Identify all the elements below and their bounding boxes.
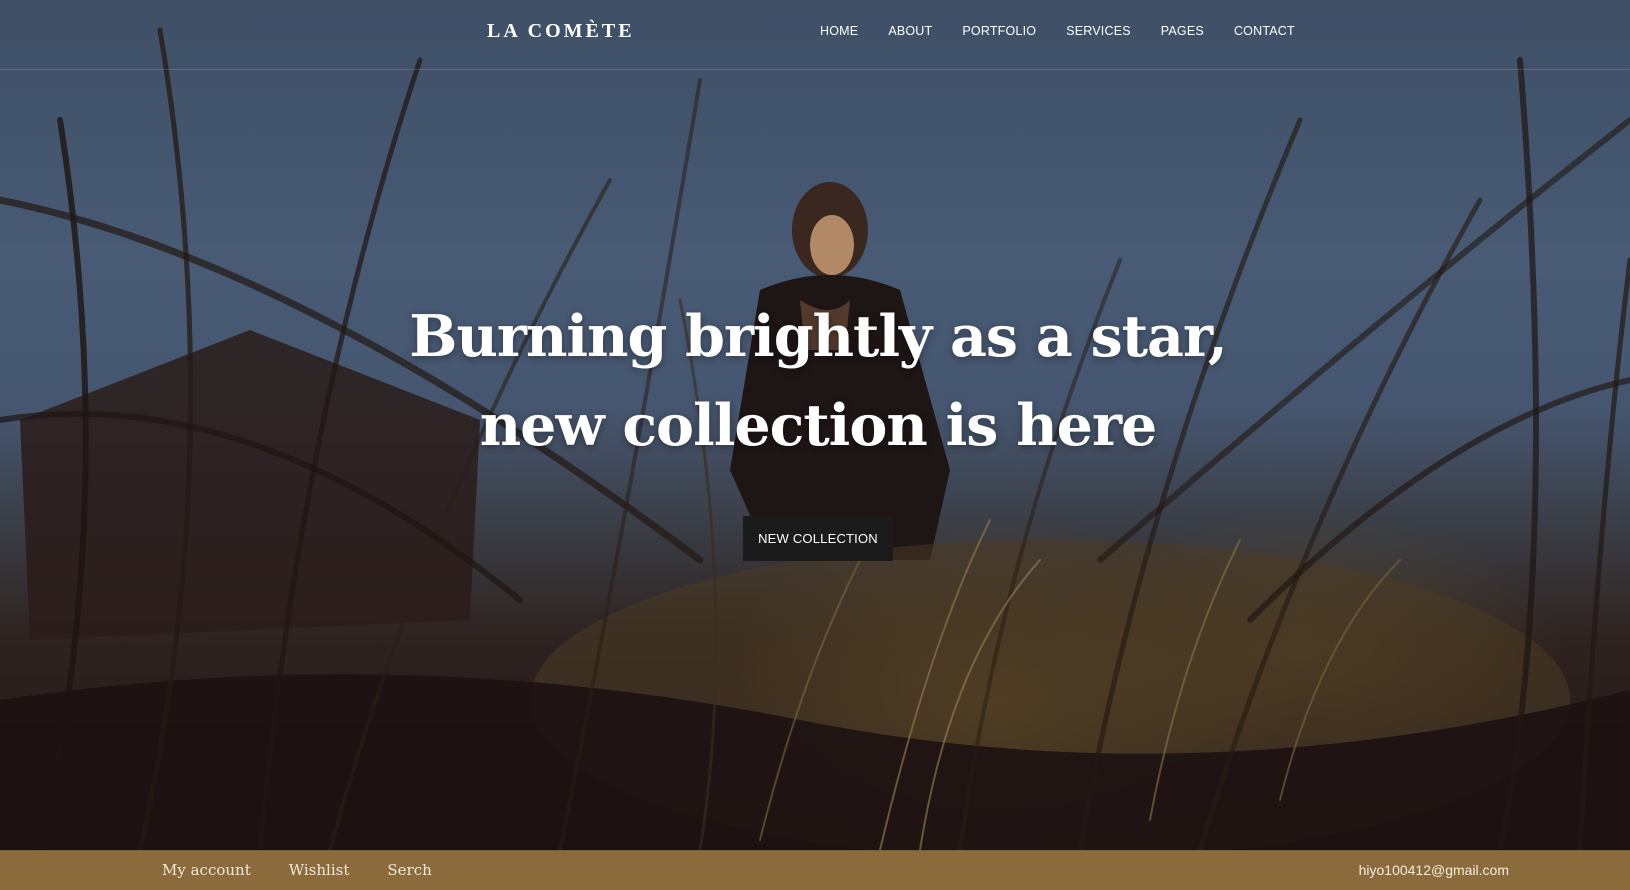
main-nav: HOME ABOUT PORTFOLIO SERVICES PAGES CONT… (820, 24, 1325, 38)
wishlist-link[interactable]: Wishlist (289, 861, 350, 879)
hero-headline-line-2: new collection is here (479, 392, 1158, 459)
nav-item-services[interactable]: SERVICES (1066, 24, 1131, 38)
utility-links: My account Wishlist Serch (162, 861, 470, 879)
new-collection-button[interactable]: NEW COLLECTION (743, 516, 893, 561)
bottom-utility-bar: My account Wishlist Serch hiyo100412@gma… (0, 850, 1630, 890)
nav-item-pages[interactable]: PAGES (1161, 24, 1204, 38)
nav-item-about[interactable]: ABOUT (888, 24, 932, 38)
search-link[interactable]: Serch (387, 861, 431, 879)
nav-item-contact[interactable]: CONTACT (1234, 24, 1295, 38)
site-header: LA COMÈTE HOME ABOUT PORTFOLIO SERVICES … (0, 0, 1630, 70)
hero-headline-line-1: Burning brightly as a star, (409, 303, 1227, 370)
contact-email-link[interactable]: hiyo100412@gmail.com (1359, 862, 1509, 878)
nav-item-home[interactable]: HOME (820, 24, 858, 38)
hero-headline: Burning brightly as a star, new collecti… (0, 292, 1630, 470)
nav-item-portfolio[interactable]: PORTFOLIO (962, 24, 1036, 38)
brand-logo[interactable]: LA COMÈTE (487, 20, 635, 43)
my-account-link[interactable]: My account (162, 861, 251, 879)
